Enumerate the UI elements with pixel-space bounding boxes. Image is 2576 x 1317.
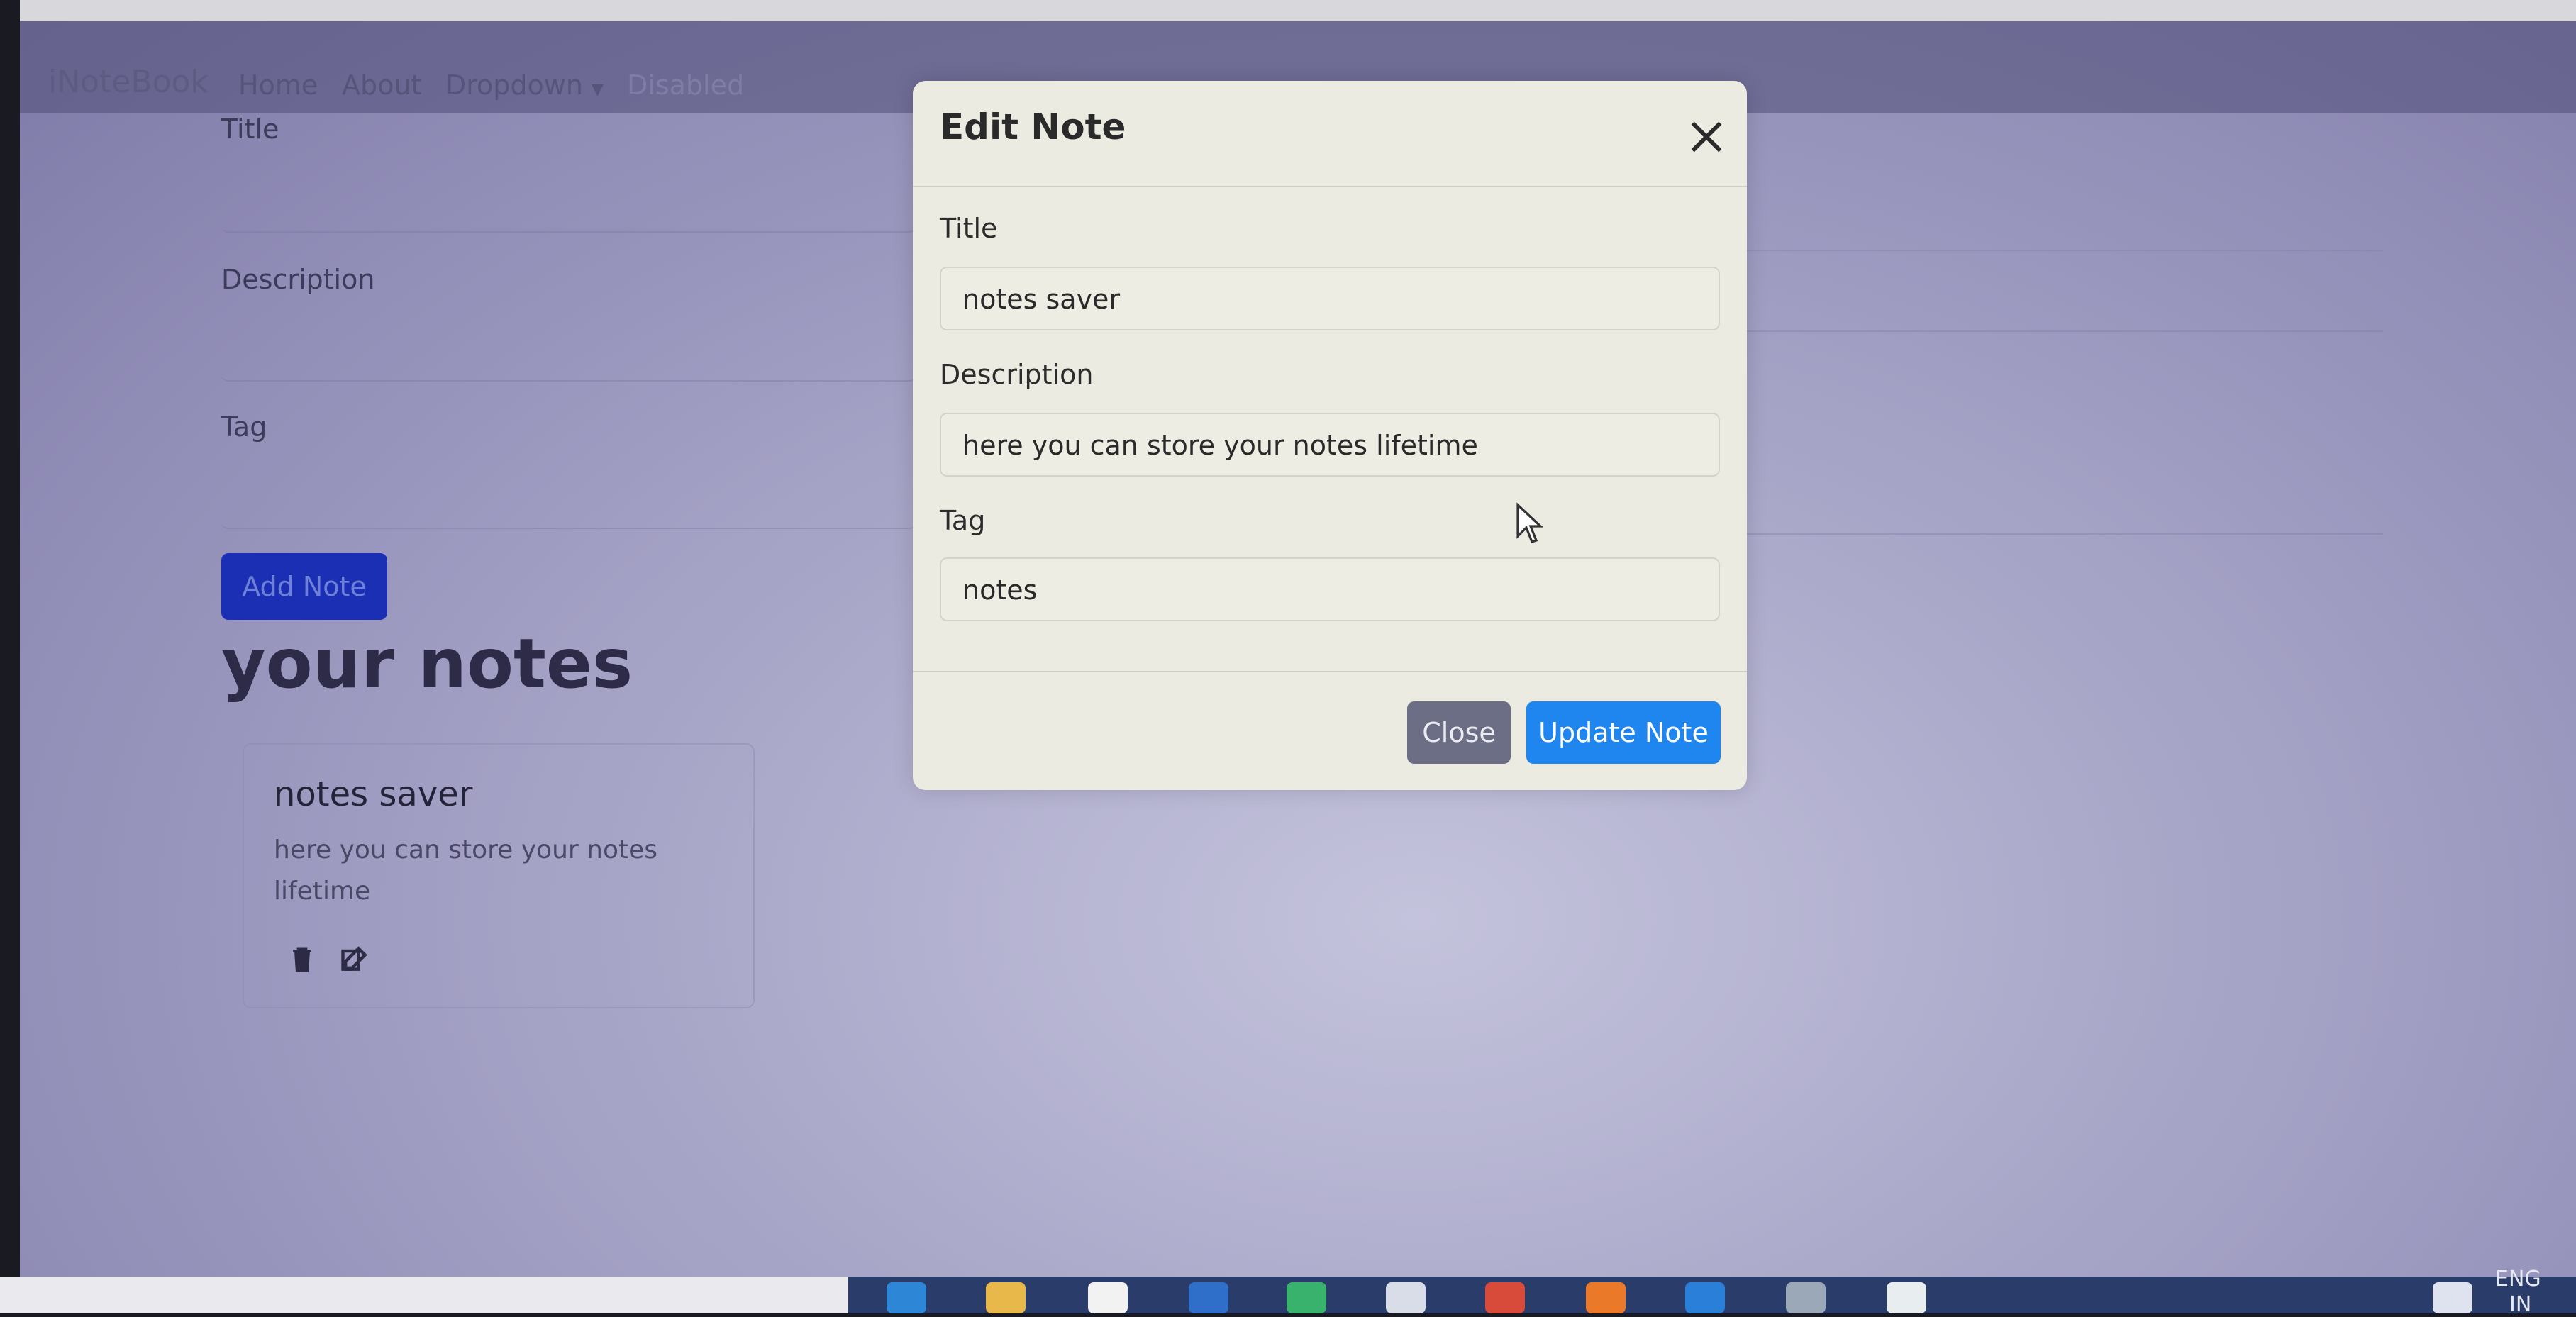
- edit-tag-value: notes: [962, 574, 1038, 606]
- vscode-icon[interactable]: [1685, 1282, 1725, 1313]
- add-title-label: Title: [221, 113, 279, 145]
- note-card-title: notes saver: [274, 774, 473, 814]
- add-tag-label: Tag: [221, 411, 267, 443]
- nav-dropdown-label: Dropdown: [445, 70, 583, 101]
- chrome-icon[interactable]: [1485, 1282, 1525, 1313]
- add-tag-input[interactable]: [221, 462, 916, 529]
- nav-link-dropdown[interactable]: Dropdown ▼: [445, 70, 604, 101]
- language-indicator[interactable]: ENG: [2495, 1267, 2541, 1291]
- nav-link-disabled: Disabled: [627, 70, 745, 101]
- edge-dev-icon[interactable]: [1287, 1282, 1326, 1313]
- add-title-input[interactable]: [221, 166, 916, 233]
- edit-tag-input[interactable]: notes: [940, 557, 1720, 621]
- edit-icon[interactable]: [339, 943, 370, 974]
- edit-description-label: Description: [940, 359, 1094, 390]
- edge-icon[interactable]: [887, 1282, 926, 1313]
- modal-title: Edit Note: [940, 106, 1126, 148]
- notes-app-icon[interactable]: [1786, 1282, 1826, 1313]
- mail-icon[interactable]: [1189, 1282, 1228, 1313]
- navbar-brand[interactable]: iNoteBook: [48, 64, 209, 100]
- modal-footer-divider: [913, 671, 1747, 672]
- edit-description-value: here you can store your notes lifetime: [962, 430, 1478, 461]
- keyboard-icon[interactable]: [2433, 1282, 2472, 1313]
- edit-title-input[interactable]: notes saver: [940, 267, 1720, 330]
- edit-description-input[interactable]: here you can store your notes lifetime: [940, 413, 1720, 477]
- edit-tag-label: Tag: [940, 505, 986, 536]
- close-icon[interactable]: [1686, 116, 1727, 157]
- note-card: notes saver here you can store your note…: [243, 743, 755, 1008]
- add-title-input-right: [1745, 184, 2383, 251]
- add-note-button[interactable]: Add Note: [221, 553, 387, 620]
- note-card-description: here you can store your notes lifetime: [274, 835, 658, 906]
- trash-icon[interactable]: [287, 943, 318, 974]
- taskbar: [0, 1277, 2576, 1313]
- store-icon[interactable]: [1088, 1282, 1128, 1313]
- update-note-button[interactable]: Update Note: [1526, 701, 1721, 764]
- add-description-label: Description: [221, 264, 375, 295]
- add-tag-input-right: [1745, 468, 2383, 535]
- modal-header: Edit Note: [913, 81, 1747, 187]
- firefox-icon[interactable]: [1586, 1282, 1626, 1313]
- nav-link-about[interactable]: About: [342, 70, 421, 101]
- mouse-cursor-icon: [1516, 502, 1543, 543]
- monitor-bezel-top: [0, 0, 2576, 21]
- edit-title-value: notes saver: [962, 284, 1121, 315]
- nav-link-home[interactable]: Home: [238, 70, 318, 101]
- calendar-icon[interactable]: [1386, 1282, 1426, 1313]
- chevron-down-icon: ▼: [592, 81, 604, 99]
- add-description-input-right: [1745, 265, 2383, 332]
- folder-icon[interactable]: [986, 1282, 1026, 1313]
- monitor-bezel-left: [0, 0, 20, 1313]
- close-button[interactable]: Close: [1407, 701, 1511, 764]
- add-description-input[interactable]: [221, 315, 916, 382]
- taskbar-search-area[interactable]: [0, 1277, 848, 1313]
- your-notes-heading: your notes: [221, 624, 633, 704]
- edit-note-modal: Edit Note Title notes saver Description …: [913, 81, 1747, 790]
- mongodb-icon[interactable]: [1887, 1282, 1926, 1313]
- edit-title-label: Title: [940, 213, 998, 244]
